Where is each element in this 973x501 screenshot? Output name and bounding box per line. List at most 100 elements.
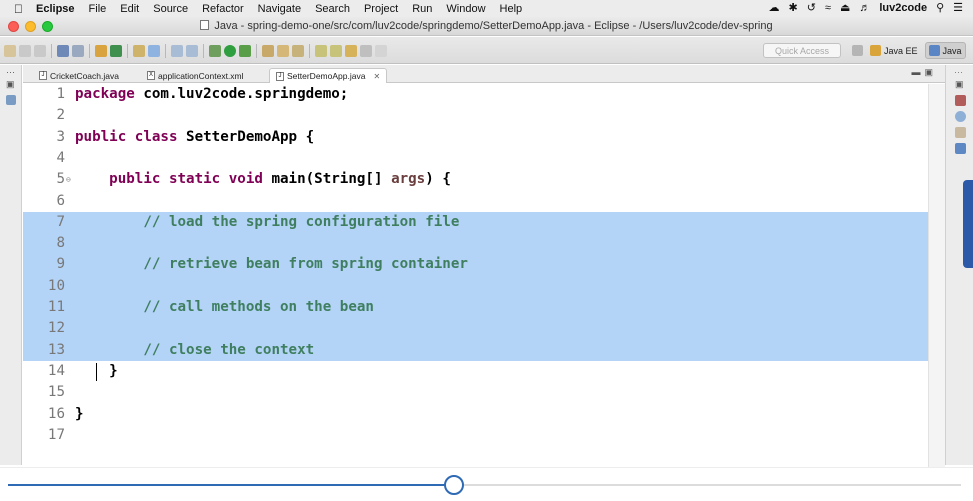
spotlight-icon[interactable]: ⚲ [936,1,944,14]
code-line[interactable]: 7 // load the spring configuration file [23,211,928,234]
wifi-icon[interactable]: ≈ [825,2,831,14]
menu-file[interactable]: File [89,3,107,15]
new-java-project-icon[interactable] [262,45,274,57]
terminal-icon[interactable] [57,45,69,57]
document-icon [200,20,210,30]
forward-icon[interactable] [375,45,387,57]
previous-annotation-icon[interactable] [330,45,342,57]
menu-help[interactable]: Help [500,3,523,15]
code-line[interactable]: 8 [23,233,928,255]
side-panel-handle[interactable] [963,180,973,268]
code-line[interactable]: 10 [23,275,928,297]
editor-window-controls[interactable]: ▬▣ [911,67,937,78]
code-line[interactable]: 1 package com.luv2code.springdemo; [23,84,928,105]
user-name[interactable]: luv2code [879,2,927,14]
skip-breakpoints-icon[interactable] [72,45,84,57]
fold-toggle-icon[interactable]: ⊖ [66,169,71,190]
menu-window[interactable]: Window [446,3,485,15]
code-line[interactable]: 16} [23,404,928,425]
code-token: args [391,171,426,188]
menu-source[interactable]: Source [153,3,188,15]
line-number: 15 [47,384,65,401]
bluetooth-icon[interactable]: ✱ [788,1,797,14]
run-config-icon[interactable] [239,45,251,57]
code-line[interactable]: 4 [23,148,928,169]
code-text: // load the spring configuration file [75,212,459,233]
menu-app-name[interactable]: Eclipse [36,3,75,15]
restore-icon[interactable]: ▣ [955,79,966,90]
more-icon[interactable]: ··· [6,67,16,77]
status-tray: ☁ ✱ ↺ ≈ ⏏ ♬ luv2code ⚲ ☰ [768,1,963,15]
back-icon[interactable] [360,45,372,57]
notification-center-icon[interactable]: ☰ [953,1,963,14]
show-whitespace-icon[interactable] [171,45,183,57]
menu-navigate[interactable]: Navigate [258,3,301,15]
quick-access-field[interactable]: Quick Access [763,43,841,58]
close-window-button[interactable] [8,21,19,32]
restore-icon[interactable]: ▣ [6,79,16,89]
menu-edit[interactable]: Edit [120,3,139,15]
menu-search[interactable]: Search [315,3,350,15]
code-editor[interactable]: 1 package com.luv2code.springdemo; 2 3 publi… [23,84,928,467]
save-all-icon[interactable] [34,45,46,57]
debug-icon[interactable] [209,45,221,57]
toolbar-separator [127,44,128,58]
eject-icon[interactable]: ⏏ [840,1,850,14]
annotation-icon[interactable] [133,45,145,57]
perspective-java-ee[interactable]: Java EE [867,43,921,58]
code-text: // retrieve bean from spring container [75,254,468,275]
problems-icon[interactable] [955,127,966,138]
block-selection-icon[interactable] [186,45,198,57]
code-line[interactable]: 12 [23,318,928,340]
search-tool-icon[interactable] [292,45,304,57]
build-icon[interactable] [95,45,107,57]
next-annotation-icon[interactable] [315,45,327,57]
code-line[interactable]: 14 } [23,361,928,382]
main-toolbar: Quick Access Java EE Java [0,37,973,64]
menu-run[interactable]: Run [412,3,432,15]
apple-icon[interactable]:  [14,2,36,16]
cloud-icon[interactable]: ☁ [768,1,779,14]
code-line[interactable]: 13 // close the context [23,339,928,361]
code-line[interactable]: 3 public class SetterDemoApp { [23,127,928,148]
open-perspective-icon[interactable] [852,45,863,56]
editor-vertical-scrollbar[interactable] [928,84,945,467]
last-edit-location-icon[interactable] [345,45,357,57]
volume-icon[interactable]: ♬ [859,2,870,14]
new-icon[interactable] [4,45,16,57]
task-list-icon[interactable] [955,95,966,106]
minimize-window-button[interactable] [25,21,36,32]
time-machine-icon[interactable]: ↺ [807,1,816,14]
zoom-window-button[interactable] [42,21,53,32]
perspective-java[interactable]: Java [924,42,966,59]
more-icon[interactable]: ··· [954,67,963,77]
git-icon[interactable] [110,45,122,57]
menu-project[interactable]: Project [364,3,398,15]
mark-occurrences-icon[interactable] [148,45,160,57]
code-token: ) { [425,171,451,188]
code-line[interactable]: 15 [23,382,928,403]
tab-applicationcontext[interactable]: X applicationContext.xml [141,68,250,83]
close-tab-icon[interactable]: ✕ [373,72,380,81]
menu-refactor[interactable]: Refactor [202,3,244,15]
code-line[interactable]: 17 [23,425,928,446]
outline-icon[interactable] [955,111,966,122]
run-icon[interactable] [224,45,236,57]
code-line[interactable]: 2 [23,105,928,126]
save-icon[interactable] [19,45,31,57]
code-line[interactable]: 11 // call methods on the bean [23,297,928,319]
code-line[interactable]: 6 [23,191,928,212]
open-type-icon[interactable] [277,45,289,57]
java-file-icon: J [39,71,47,80]
code-line[interactable]: 9 // retrieve bean from spring container [23,254,928,276]
code-line[interactable]: 5 ⊖ public static void main(String[] args… [23,169,928,190]
tab-label: CricketCoach.java [50,70,119,81]
code-text: package com.luv2code.springdemo; [75,84,348,105]
tab-cricketcoach[interactable]: J CricketCoach.java [33,68,125,83]
progress-thumb[interactable] [444,475,464,495]
line-number: 17 [47,426,65,443]
console-icon[interactable] [955,143,966,154]
tab-setterdemoapp[interactable]: J SetterDemoApp.java ✕ [269,68,388,83]
line-number: 14 [47,362,65,379]
package-explorer-icon[interactable] [6,95,16,105]
